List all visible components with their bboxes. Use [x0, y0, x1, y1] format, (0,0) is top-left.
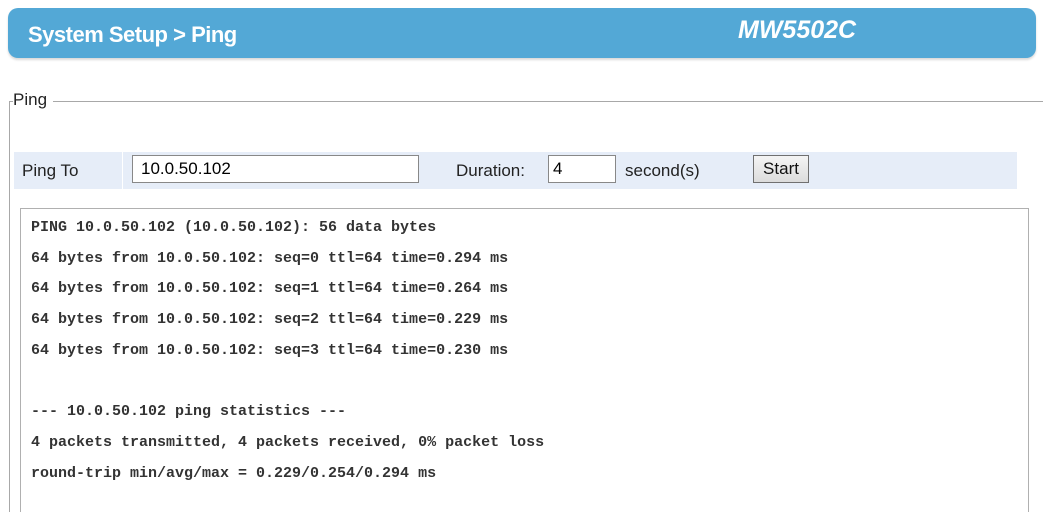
- seconds-label: second(s): [625, 161, 700, 180]
- model-name: MW5502C: [738, 16, 857, 44]
- output-line: --- 10.0.50.102 ping statistics ---: [31, 403, 347, 421]
- output-line: 64 bytes from 10.0.50.102: seq=0 ttl=64 …: [31, 249, 509, 267]
- output-line: 64 bytes from 10.0.50.102: seq=3 ttl=64 …: [31, 341, 509, 359]
- breadcrumb: System Setup > Ping: [28, 22, 237, 47]
- ping-to-divider: [122, 152, 123, 189]
- output-line: 64 bytes from 10.0.50.102: seq=1 ttl=64 …: [31, 280, 509, 298]
- ping-controls-row: Ping To Duration: second(s) Start: [14, 152, 1017, 189]
- ping-fieldset-legend: Ping: [13, 90, 54, 110]
- duration-input[interactable]: [548, 155, 616, 183]
- ping-output-box[interactable]: PING 10.0.50.102 (10.0.50.102): 56 data …: [20, 208, 1029, 512]
- ping-to-input[interactable]: [132, 155, 419, 183]
- ping-to-label: Ping To: [22, 161, 79, 180]
- duration-label: Duration:: [456, 161, 525, 180]
- output-line: 64 bytes from 10.0.50.102: seq=2 ttl=64 …: [31, 311, 509, 329]
- output-line: PING 10.0.50.102 (10.0.50.102): 56 data …: [31, 219, 437, 236]
- output-line: 4 packets transmitted, 4 packets receive…: [31, 433, 545, 451]
- ping-output: PING 10.0.50.102 (10.0.50.102): 56 data …: [31, 213, 544, 489]
- header-bar: System Setup > Ping MW5502C: [8, 8, 1036, 58]
- start-button[interactable]: Start: [753, 155, 809, 183]
- output-line: round-trip min/avg/max = 0.229/0.254/0.2…: [31, 464, 437, 482]
- page: System Setup > Ping MW5502C Ping Ping To…: [0, 0, 1043, 512]
